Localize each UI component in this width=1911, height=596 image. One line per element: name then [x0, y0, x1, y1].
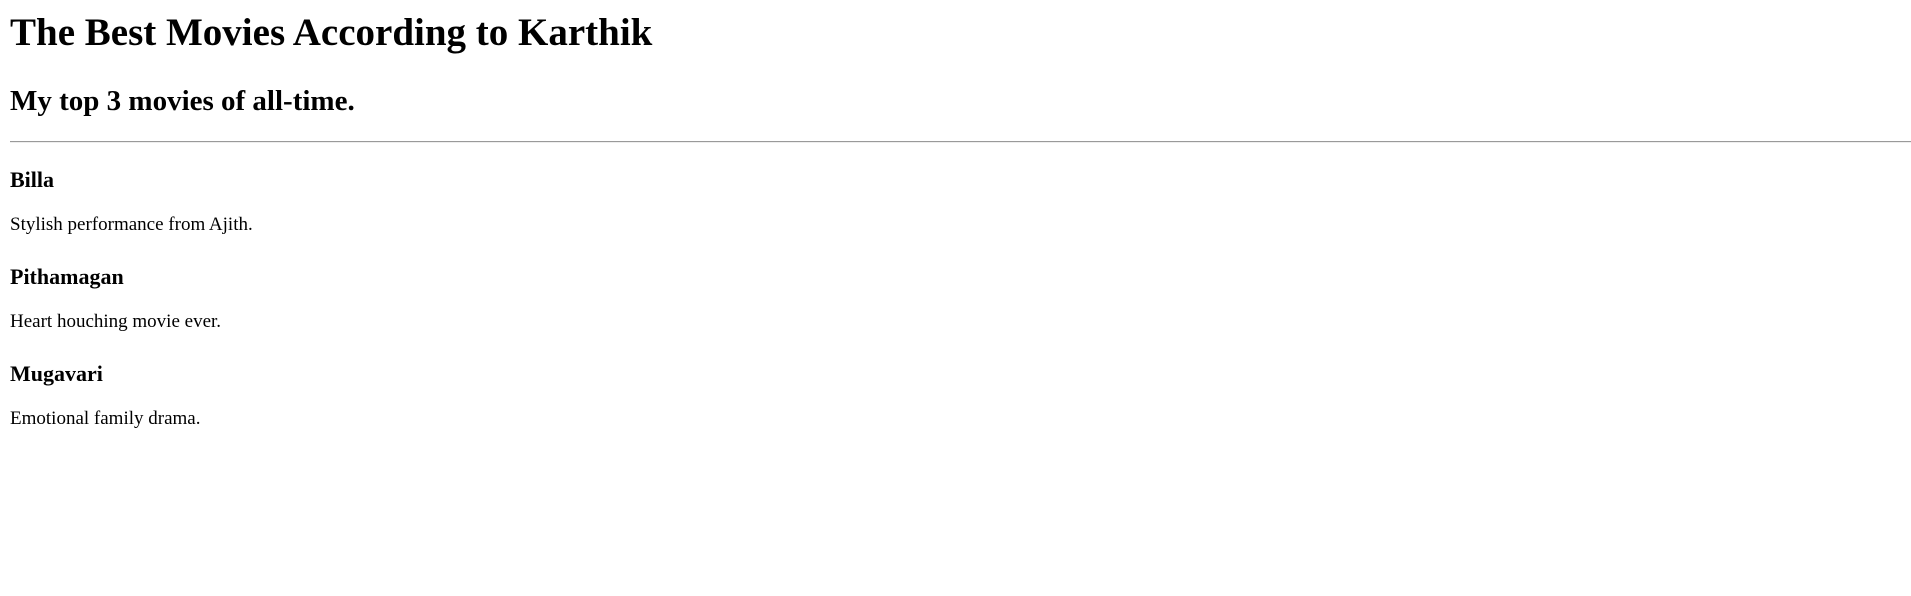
movie-description: Emotional family drama.	[10, 408, 201, 429]
movie-item: Pithamagan Heart houching movie ever.	[10, 263, 1900, 360]
page-subtitle: My top 3 movies of all-time.	[10, 85, 355, 117]
movie-item: Mugavari Emotional family drama.	[10, 360, 1900, 457]
movie-title: Pithamagan	[10, 264, 124, 289]
page: The Best Movies According to Karthik My …	[0, 0, 1911, 596]
movie-title: Billa	[10, 167, 55, 192]
movie-list: Billa Stylish performance from Ajith. Pi…	[10, 166, 1900, 457]
movie-item: Billa Stylish performance from Ajith.	[10, 166, 1900, 263]
movie-description: Stylish performance from Ajith.	[10, 214, 253, 235]
movie-description: Heart houching movie ever.	[10, 311, 222, 332]
movie-title: Mugavari	[10, 361, 103, 386]
page-title: The Best Movies According to Karthik	[10, 11, 653, 54]
divider	[10, 141, 1911, 143]
